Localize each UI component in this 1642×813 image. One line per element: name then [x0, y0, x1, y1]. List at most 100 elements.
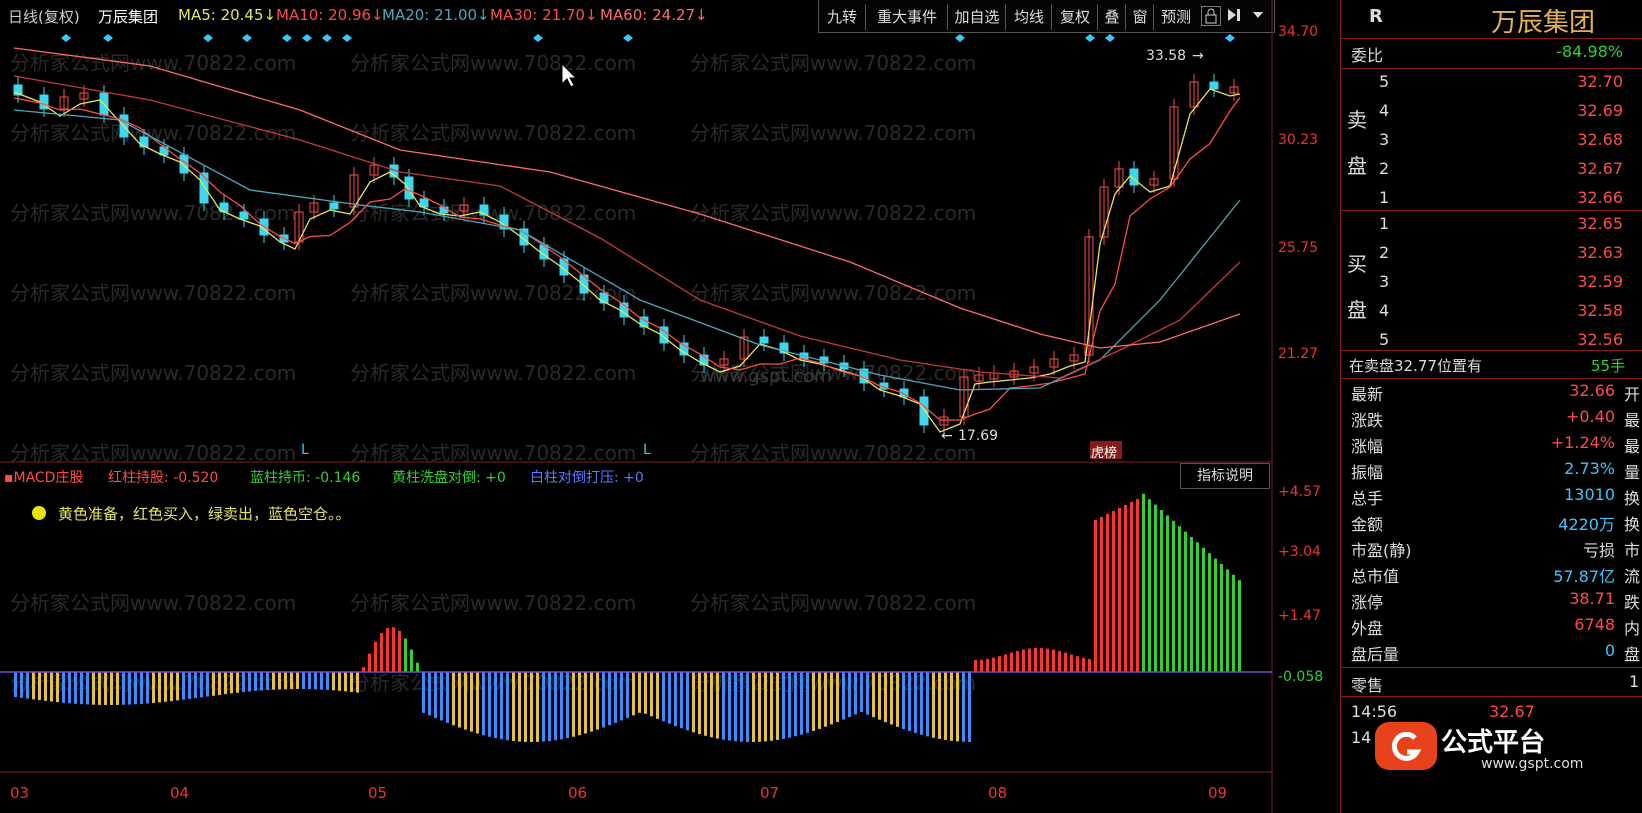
macd-bar [980, 659, 983, 672]
list-tag[interactable]: 龙虎榜 [1090, 441, 1122, 459]
event-marker-icon [282, 34, 292, 42]
order-price: 32.68 [1577, 130, 1623, 149]
order-price: 32.65 [1577, 214, 1623, 233]
candle-body [759, 336, 769, 344]
stat-value: 32.66 [1569, 381, 1615, 400]
macd-bar [152, 672, 155, 703]
macd-bar [218, 672, 221, 695]
order-book-row: 1 32.65 [1341, 214, 1642, 240]
stat-row: 涨幅 +1.24% 最 [1341, 433, 1642, 459]
macd-bar [818, 672, 821, 729]
order-level: 2 [1379, 159, 1390, 178]
tick-time: 14 [1351, 728, 1372, 747]
macd-bar [320, 672, 323, 690]
price-tick-label: 34.70 [1278, 24, 1319, 40]
price-tick-label: 21.27 [1278, 346, 1319, 362]
macd-bar [224, 672, 227, 695]
macd-bar [1016, 650, 1019, 672]
logo-url: www.gspt.com [1481, 756, 1584, 772]
stat-edge-label: 内 [1623, 619, 1640, 638]
order-level: 1 [1379, 214, 1390, 233]
event-marker-icon [61, 34, 71, 42]
macd-title-text: MACD庄股 [13, 470, 84, 486]
watermark-text: 分析家公式网www.70822.com [10, 441, 296, 465]
macd-bar [128, 672, 131, 705]
macd-bar [1058, 651, 1061, 672]
macd-bar [506, 672, 509, 741]
macd-bar [170, 672, 173, 702]
macd-bar [194, 672, 197, 699]
stat-value: 2.73% [1564, 459, 1615, 478]
macd-bar [710, 672, 713, 738]
macd-bar [1190, 537, 1193, 672]
event-marker-icon [322, 34, 332, 42]
stat-row: 振幅 2.73% 量 [1341, 459, 1642, 485]
stat-row: 外盘 6748 内 [1341, 615, 1642, 641]
order-price: 32.69 [1577, 101, 1623, 120]
signal-mark: L [301, 442, 309, 458]
macd-bar [914, 672, 917, 733]
macd-bar [614, 672, 617, 723]
macd-bar [836, 672, 839, 723]
order-price: 32.63 [1577, 243, 1623, 262]
event-marker-icon [302, 34, 312, 42]
stat-row: 总手 13010 换 [1341, 485, 1642, 511]
tick-price: 32.67 [1489, 702, 1535, 721]
macd-bar [722, 672, 725, 740]
macd-bar [266, 672, 269, 691]
order-book-row: 5 32.70 [1341, 72, 1642, 98]
candle-body [919, 396, 929, 426]
macd-tick-label: -0.058 [1278, 669, 1324, 685]
month-label: 06 [568, 784, 588, 802]
stat-value: 57.87亿 [1553, 567, 1615, 586]
macd-bar [686, 672, 689, 731]
macd-bar [164, 672, 167, 702]
macd-bar [392, 627, 395, 672]
macd-bar [848, 672, 851, 718]
month-label: 04 [170, 784, 190, 802]
macd-bar [470, 672, 473, 732]
watermark-text: 分析家公式网www.70822.com [350, 51, 636, 75]
low-price-label: 17.69 [958, 428, 999, 444]
macd-bar [548, 672, 551, 742]
stat-label: 总手 [1351, 489, 1384, 508]
macd-bar [1160, 510, 1163, 672]
macd-bar [1064, 652, 1067, 672]
macd-bar [680, 672, 683, 729]
divider [1341, 210, 1642, 211]
macd-bar [212, 672, 215, 696]
stat-label: 盘后量 [1351, 645, 1400, 664]
macd-bar [188, 672, 191, 699]
event-marker-icon [242, 34, 252, 42]
macd-bar [284, 672, 287, 690]
macd-bar [80, 672, 83, 705]
macd-yellow-label: 黄柱洗盘对倒: +0 [392, 470, 506, 486]
stat-label: 金额 [1351, 515, 1384, 534]
macd-bar [482, 672, 485, 736]
watermark-text: 分析家公式网www.70822.com [690, 591, 976, 615]
macd-bar [1214, 558, 1217, 672]
macd-tick-label: +3.04 [1278, 544, 1321, 560]
watermark-text: 分析家公式网www.70822.com [350, 591, 636, 615]
macd-bar [242, 672, 245, 693]
macd-bar [1136, 499, 1139, 672]
indicator-help-button[interactable]: 指标说明 [1180, 463, 1270, 489]
macd-bar [1208, 553, 1211, 672]
weibi-row: 委比 -84.98% [1341, 42, 1642, 68]
macd-bar [32, 672, 35, 700]
main-chart[interactable]: 分析家公式网www.70822.com 分析家公式网www.70822.com 分析… [0, 0, 1340, 813]
macd-bar [1118, 508, 1121, 672]
macd-bar [356, 672, 359, 693]
chart-area[interactable]: 日线(复权) 万辰集团 MA5: 20.45↓ MA10: 20.96↓ MA20:… [0, 0, 1340, 813]
order-level: 4 [1379, 101, 1390, 120]
macd-bar [1238, 580, 1241, 672]
month-label: 08 [988, 784, 1008, 802]
macd-note: 黄色准备，红色买入，绿卖出，蓝色空仓。。 [58, 505, 351, 523]
candle-body [239, 211, 249, 220]
stat-value: 0 [1604, 641, 1615, 660]
stat-edge-label: 换 [1623, 515, 1640, 534]
macd-bar [854, 672, 857, 715]
watermark-text: 分析家公式网www.70822.com [350, 201, 636, 225]
watermark-text: 分析家公式网www.70822.com [690, 121, 976, 145]
macd-bar [380, 633, 383, 672]
